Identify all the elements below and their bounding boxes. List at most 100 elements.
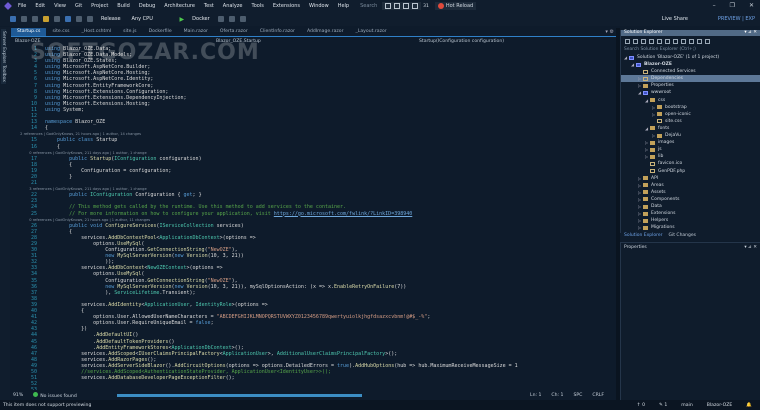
tree-item[interactable]: Connected Services: [621, 68, 760, 75]
tab-startup-cs[interactable]: Startup.cs: [11, 28, 47, 36]
switch-views-icon[interactable]: [649, 38, 654, 44]
menu-file[interactable]: File: [18, 3, 26, 9]
repository-selector[interactable]: Blazor-OZE: [707, 403, 733, 408]
tab--host-cshtml[interactable]: _Host.cshtml: [76, 28, 118, 36]
tree-item[interactable]: ▷ API: [621, 175, 760, 182]
menu-edit[interactable]: Edit: [35, 3, 45, 9]
tree-item[interactable]: ▷ Properties: [621, 82, 760, 89]
class-dropdown[interactable]: Blazor_OZE.Startup: [216, 39, 261, 44]
menu-project[interactable]: Project: [91, 3, 108, 9]
horizontal-scrollbar[interactable]: [116, 393, 362, 397]
spacing-indicator[interactable]: SPC: [573, 393, 582, 398]
minimize-icon[interactable]: –: [713, 2, 716, 9]
tab--layout-razor[interactable]: _Layout.razor: [350, 28, 393, 36]
refresh-icon[interactable]: [665, 38, 670, 44]
pane-controls-icon[interactable]: ▾ ⊿ ✕: [744, 245, 757, 250]
redo-icon[interactable]: [87, 16, 93, 22]
project-dropdown[interactable]: Blazor-OZE: [15, 39, 41, 44]
tab-site-css[interactable]: site.css: [46, 28, 75, 36]
run-target-button[interactable]: Docker: [192, 16, 210, 22]
save-all-icon[interactable]: [65, 16, 71, 22]
close-icon[interactable]: ✕: [749, 2, 754, 9]
tab-site-js[interactable]: site.js: [117, 28, 142, 36]
zoom-level[interactable]: 91%: [13, 393, 23, 398]
menu-analyze[interactable]: Analyze: [223, 3, 243, 9]
menu-tools[interactable]: Tools: [251, 3, 263, 9]
menu-git[interactable]: Git: [75, 3, 82, 9]
icon-d[interactable]: [412, 3, 419, 9]
tree-item[interactable]: ▷ images: [621, 139, 760, 146]
tree-item[interactable]: ◢ css: [621, 97, 760, 104]
tree-item[interactable]: ▷ bootstrap: [621, 104, 760, 111]
tree-item[interactable]: ◢ fonts: [621, 125, 760, 132]
code-editor[interactable]: 1 using Blazor_OZE.Data; 2 using Blazor_OZE…: [11, 46, 616, 390]
toolbox-tab[interactable]: Toolbox: [1, 63, 6, 84]
platform-dropdown[interactable]: Any CPU: [132, 16, 172, 22]
undo-icon[interactable]: [76, 16, 82, 22]
tree-item[interactable]: favicon.ico: [621, 160, 760, 167]
tree-item[interactable]: ▷ js: [621, 146, 760, 153]
tree-item[interactable]: site.css: [621, 118, 760, 125]
menu-debug[interactable]: Debug: [139, 3, 155, 9]
properties-icon[interactable]: [697, 38, 702, 44]
tree-item[interactable]: ◢ Blazor-OZE: [621, 61, 760, 68]
tree-item[interactable]: ▷ Migrations: [621, 224, 760, 231]
icon-a[interactable]: [385, 3, 392, 9]
tab-clientinfo-razor[interactable]: ClientInfo.razor: [254, 28, 301, 36]
forward-icon[interactable]: [21, 16, 27, 22]
menu-architecture[interactable]: Architecture: [164, 3, 195, 9]
tree-item[interactable]: ◢ wwwroot: [621, 89, 760, 96]
back-icon[interactable]: [625, 38, 630, 44]
tree-item[interactable]: ▷ Extensions: [621, 210, 760, 217]
member-dropdown[interactable]: Startup(IConfiguration configuration): [419, 39, 504, 44]
forward-icon[interactable]: [633, 38, 638, 44]
maximize-icon[interactable]: ❐: [730, 2, 735, 9]
tab-overflow-icon[interactable]: ▾ ⚙: [605, 29, 614, 35]
sync-icon[interactable]: [689, 38, 694, 44]
tree-item[interactable]: ▷ Dependencies: [621, 75, 760, 83]
git-icon[interactable]: [32, 16, 38, 22]
tab-main-razor[interactable]: Main.razor: [178, 28, 214, 36]
collapse-all-icon[interactable]: [673, 38, 678, 44]
icon-b[interactable]: [394, 3, 401, 9]
notification-bell-icon[interactable]: 🔔: [746, 403, 752, 408]
toolbar-icon[interactable]: [217, 16, 224, 22]
tree-item[interactable]: ▷ Data: [621, 203, 760, 210]
edits-count[interactable]: ✎ 1: [659, 403, 667, 408]
tree-item[interactable]: ▷ DejaVu: [621, 132, 760, 139]
tree-item[interactable]: ▷ lib: [621, 153, 760, 160]
eol-indicator[interactable]: CRLF: [592, 393, 604, 398]
tab-oferta-razor[interactable]: Oferta.razor: [214, 28, 254, 36]
home-icon[interactable]: [641, 38, 646, 44]
tree-item[interactable]: GenPDF.php: [621, 168, 760, 175]
tree-item[interactable]: ▷ Areas: [621, 182, 760, 189]
tab-solution-explorer[interactable]: Solution Explorer: [624, 233, 663, 241]
pending-changes-icon[interactable]: [657, 38, 662, 44]
tab-git-changes[interactable]: Git Changes: [669, 233, 697, 241]
issues-indicator[interactable]: No issues found: [33, 391, 77, 399]
configuration-dropdown[interactable]: Release: [101, 16, 121, 22]
preview-icon[interactable]: [705, 38, 710, 44]
toolbar-icon[interactable]: [228, 16, 235, 22]
play-icon[interactable]: ▶: [180, 16, 185, 23]
tree-item[interactable]: ▷ Components: [621, 196, 760, 203]
branch-selector[interactable]: main: [681, 403, 692, 408]
bookmark-icon[interactable]: [239, 16, 246, 22]
tree-item[interactable]: ▷ Helpers: [621, 217, 760, 224]
menu-build[interactable]: Build: [117, 3, 130, 9]
menu-window[interactable]: Window: [309, 3, 329, 9]
save-icon[interactable]: [54, 16, 60, 22]
solution-explorer-search[interactable]: Search Solution Explorer (Ctrl+;): [621, 46, 760, 54]
push-count[interactable]: ↑ 0: [637, 403, 645, 408]
menu-help[interactable]: Help: [338, 3, 349, 9]
tab-addimage-razor[interactable]: AddImage.razor: [301, 28, 350, 36]
show-all-files-icon[interactable]: [681, 38, 686, 44]
hot-reload-button[interactable]: Hot Reload: [434, 2, 477, 10]
tree-item[interactable]: ▷ open-iconic: [621, 111, 760, 118]
live-share-button[interactable]: Live Share: [662, 16, 688, 22]
icon-c[interactable]: [403, 3, 410, 9]
tree-item[interactable]: ▷ Assets: [621, 189, 760, 196]
search-box[interactable]: Search: [360, 3, 382, 9]
menu-extensions[interactable]: Extensions: [273, 3, 300, 9]
tree-item[interactable]: ◢ Solution 'Blazor-OZE' (1 of 1 project): [621, 54, 760, 61]
